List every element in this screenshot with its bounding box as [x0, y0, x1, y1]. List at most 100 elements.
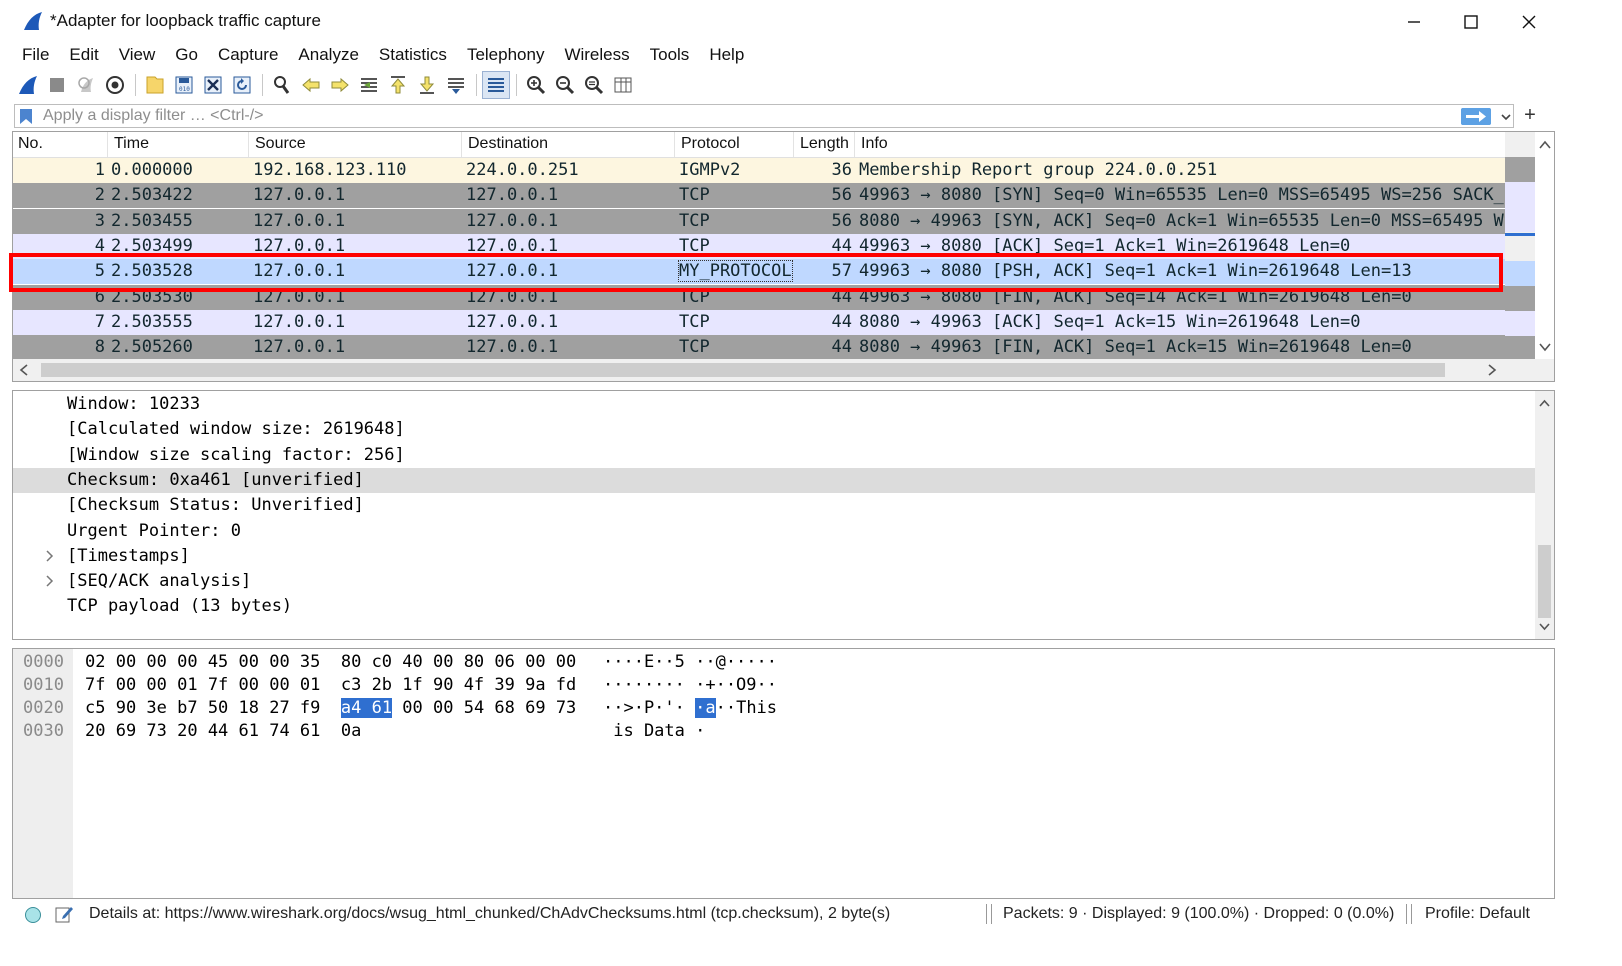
details-tree-item[interactable]: Urgent Pointer: 0 [13, 519, 1535, 544]
menu-go[interactable]: Go [165, 42, 208, 69]
colorize-button[interactable] [482, 71, 510, 99]
reload-file-button[interactable] [228, 71, 256, 99]
bytes-hex: 02 00 00 00 45 00 00 35 80 c0 40 00 80 0… [85, 652, 576, 672]
restart-capture-button[interactable] [72, 71, 100, 99]
menu-wireless[interactable]: Wireless [554, 42, 639, 69]
packet-row[interactable]: 8 2.505260 127.0.0.1 127.0.0.1 TCP 44 8080 → 4… [13, 335, 1505, 361]
go-to-packet-button[interactable] [355, 71, 383, 99]
details-tree-item-label: Window: 10233 [67, 394, 201, 414]
packet-cell-no: 3 [94, 210, 105, 231]
menu-statistics[interactable]: Statistics [369, 42, 457, 69]
packet-list-header: No. Time Source Destination Protocol Len… [13, 132, 1505, 158]
packet-cell-info: 8080 → 49963 [SYN, ACK] Seq=0 Ack=1 Win=… [859, 210, 1505, 231]
menu-file[interactable]: File [12, 42, 59, 69]
column-header-destination[interactable]: Destination [468, 135, 548, 153]
close-file-button[interactable] [199, 71, 227, 99]
add-filter-button[interactable]: + [1521, 105, 1539, 125]
hex-bytes: 00 00 54 68 69 73 [392, 698, 577, 718]
status-details-text[interactable]: Details at: https://www.wireshark.org/do… [89, 905, 890, 923]
start-capture-icon [19, 76, 37, 94]
go-forward-button[interactable] [326, 71, 354, 99]
save-file-button[interactable]: 010 [170, 71, 198, 99]
auto-scroll-button[interactable] [442, 71, 470, 99]
zoom-in-button[interactable] [522, 71, 550, 99]
edit-comment-icon[interactable] [54, 904, 74, 924]
chevron-right-icon[interactable] [45, 574, 55, 588]
bookmark-icon[interactable] [19, 108, 33, 125]
zoom-out-button[interactable] [551, 71, 579, 99]
last-packet-icon [419, 76, 435, 94]
column-header-time[interactable]: Time [114, 135, 149, 153]
details-tree-item[interactable]: [Calculated window size: 2619648] [13, 417, 1535, 442]
minimize-button[interactable] [1385, 4, 1443, 40]
restart-capture-icon [78, 77, 93, 92]
column-header-protocol[interactable]: Protocol [681, 135, 740, 153]
details-vertical-scrollbar[interactable] [1535, 391, 1554, 639]
open-file-button[interactable] [141, 71, 169, 99]
close-button[interactable] [1500, 4, 1558, 40]
column-header-info[interactable]: Info [861, 135, 888, 153]
packet-cell-source: 127.0.0.1 [253, 311, 346, 332]
column-header-length[interactable]: Length [800, 135, 849, 153]
column-divider[interactable] [793, 132, 794, 157]
go-back-button[interactable] [297, 71, 325, 99]
menu-capture[interactable]: Capture [208, 42, 288, 69]
start-capture-button[interactable] [14, 71, 42, 99]
maximize-button[interactable] [1442, 4, 1500, 40]
normal-size-button[interactable] [580, 71, 608, 99]
packet-cell-info: Membership Report group 224.0.0.251 [859, 160, 1218, 180]
packet-list-horizontal-scrollbar[interactable] [13, 359, 1554, 381]
bytes-hex: c5 90 3e b7 50 18 27 f9 a4 61 00 00 54 6… [85, 698, 576, 718]
menu-view[interactable]: View [109, 42, 166, 69]
menu-help[interactable]: Help [699, 42, 754, 69]
packet-row[interactable]: 7 2.503555 127.0.0.1 127.0.0.1 TCP 44 8080 → 4… [13, 309, 1505, 335]
resize-columns-button[interactable] [609, 71, 637, 99]
display-filter-input[interactable] [43, 105, 1443, 127]
expert-info-icon[interactable] [24, 906, 42, 924]
packet-cell-length: 56 [831, 185, 852, 206]
normal-size-icon [585, 76, 604, 95]
chevron-down-icon[interactable] [1499, 110, 1513, 124]
column-divider[interactable] [461, 132, 462, 157]
details-tree-item[interactable]: [SEQ/ACK analysis] [13, 569, 1535, 594]
selected-hex-bytes: a4 61 [340, 698, 393, 718]
status-profile-text[interactable]: Profile: Default [1425, 905, 1530, 923]
find-packet-button[interactable] [268, 71, 296, 99]
packet-row[interactable]: 1 0.000000 192.168.123.110 224.0.0.251 IGMPv… [13, 158, 1505, 183]
status-separator [1411, 904, 1412, 924]
open-file-icon [146, 76, 164, 94]
packet-cell-no: 8 [94, 337, 105, 358]
details-tree-item[interactable]: TCP payload (13 bytes) [13, 594, 1535, 619]
menu-edit[interactable]: Edit [59, 42, 108, 69]
hex-bytes: 7f 00 00 01 7f 00 00 01 c3 2b 1f 90 4f 3… [85, 675, 577, 695]
bytes-ascii: ····E··5 ··@····· [603, 652, 777, 672]
first-packet-button[interactable] [384, 71, 412, 99]
packet-row[interactable]: 2 2.503422 127.0.0.1 127.0.0.1 TCP 56 49963 → … [13, 183, 1505, 209]
capture-options-button[interactable] [101, 71, 129, 99]
apply-filter-arrow-icon[interactable] [1461, 108, 1491, 125]
last-packet-button[interactable] [413, 71, 441, 99]
column-header-no[interactable]: No. [18, 135, 43, 153]
title-bar: *Adapter for loopback traffic capture [0, 0, 1622, 42]
menu-tools[interactable]: Tools [640, 42, 700, 69]
details-tree-item[interactable]: Window: 10233 [13, 392, 1535, 417]
details-tree-item[interactable]: [Timestamps] [13, 544, 1535, 569]
column-divider[interactable] [674, 132, 675, 157]
menu-analyze[interactable]: Analyze [288, 42, 368, 69]
details-tree-item[interactable]: Checksum: 0xa461 [unverified] [13, 467, 1535, 493]
packet-cell-time: 2.503422 [111, 185, 193, 206]
column-divider[interactable] [107, 132, 108, 157]
column-divider[interactable] [854, 132, 855, 157]
close-icon [1522, 15, 1536, 29]
chevron-right-icon[interactable] [45, 549, 55, 563]
stop-capture-button[interactable] [43, 71, 71, 99]
details-tree-item[interactable]: [Checksum Status: Unverified] [13, 493, 1535, 518]
packet-list-vertical-scrollbar[interactable] [1505, 132, 1554, 359]
details-tree-item[interactable]: [Window size scaling factor: 256] [13, 443, 1535, 468]
column-divider[interactable] [248, 132, 249, 157]
menu-telephony[interactable]: Telephony [457, 42, 555, 69]
packet-cell-length: 44 [831, 311, 852, 332]
packet-row[interactable]: 3 2.503455 127.0.0.1 127.0.0.1 TCP 56 8080 → 4… [13, 208, 1505, 234]
ascii-bytes: ····E··5 ··@····· [603, 652, 777, 672]
column-header-source[interactable]: Source [255, 135, 306, 153]
